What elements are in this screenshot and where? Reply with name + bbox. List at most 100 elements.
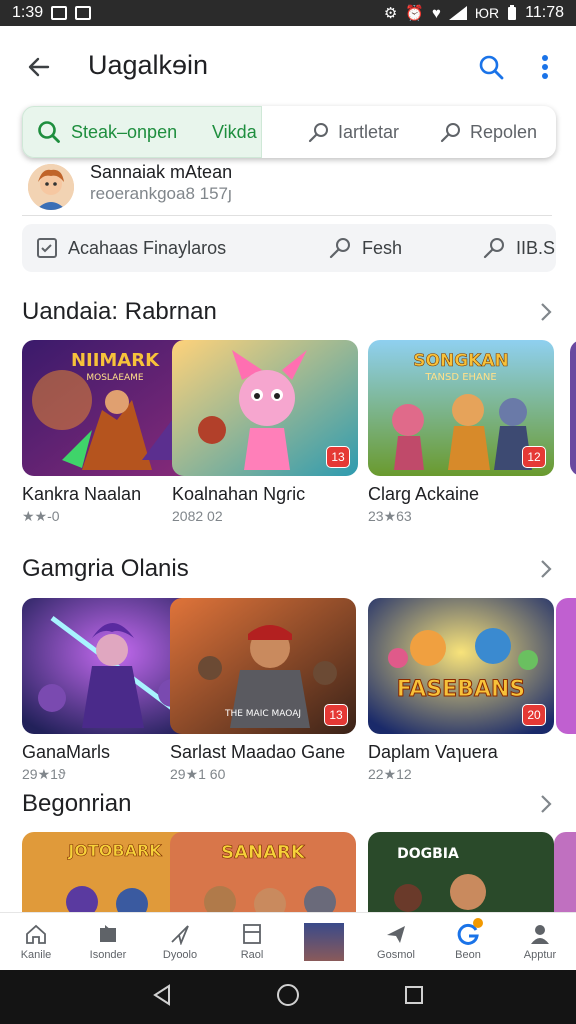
system-back-button[interactable] [152,983,172,1011]
game-card-partial[interactable] [556,598,576,734]
chip-iartletar[interactable]: Iartletar [308,106,399,158]
send-icon [167,922,193,946]
chip-repolen[interactable]: Repolen [440,106,537,158]
nav-item-send[interactable]: Dyoolo [144,913,216,970]
thumb-title: DOGBIA [397,846,459,862]
tablet-icon [239,922,265,946]
game-rating: 2082 02 [172,508,223,524]
game-thumbnail [554,832,576,912]
filter-label: IIB.S [516,237,556,258]
game-card[interactable]: SANARK [170,832,356,912]
chevron-right-icon [536,559,556,579]
game-rating: 29★1 60 [170,766,226,782]
more-vert-icon [542,55,548,79]
more-options-button[interactable] [530,50,560,84]
game-thumbnail: SANARK [170,832,356,912]
google-play-icon [455,918,483,946]
avatar [28,164,74,210]
thumb-title: JOTOBARK [67,841,162,860]
screenshot-icon [51,6,68,20]
signal-icon [448,6,467,20]
game-card-partial[interactable] [570,340,576,476]
nav-label: Beon [455,949,481,961]
badge: 12 [522,446,546,468]
chevron-right-icon [536,794,556,814]
pin-icon [329,238,350,259]
nav-label: Kanile [20,949,52,961]
game-title: Sarlast Maadao Gane [170,742,346,762]
game-title: Clarg Ackaine [368,484,480,504]
back-button[interactable] [22,50,56,84]
game-thumbnail: 13 [172,340,358,476]
game-thumbnail [556,598,576,734]
filter-row: Acahaas Finaylaros Fesh IIB.S [22,224,556,272]
chip-vikda[interactable]: Vikda [212,106,257,158]
game-thumbnail-icon [304,922,344,961]
home-icon [23,922,49,946]
nav-label: Dyoolo [162,949,198,961]
nav-label: Isonder [89,949,127,961]
system-home-button[interactable] [276,983,300,1012]
game-rating: 22★12 [368,766,412,782]
game-card[interactable]: SONGKAN TANSD EHANE 12 Clarg Ackaine 23★… [368,340,554,525]
checkbox-icon [37,238,57,258]
account-name: Sannaiak mAtean [90,162,233,182]
nav-item-home[interactable]: Kanile [0,913,72,970]
filter-iibs[interactable]: IIB.S [482,224,555,272]
system-recents-button[interactable] [404,985,424,1010]
filter-primary[interactable]: Acahaas Finaylaros [36,224,226,272]
section-title: Gamgria Olanis [22,555,189,582]
status-bar: 1:39 ⚙ ⏰ ♥ ЮR 11:78 [0,0,576,26]
thumb-subtitle: MOSLAEAME [86,373,144,383]
game-card-partial[interactable] [554,832,576,912]
game-thumbnail: THE MAIC MAOAJ 13 [170,598,356,734]
game-card[interactable]: 13 Koalnahan Ngɾic 2082 02 [172,340,358,524]
account-row[interactable]: Sannaiak mAtean reoerankgoa8 157ȷ [22,160,552,216]
settings-icon: ⚙ [383,4,398,22]
message-icon [75,6,92,20]
chip-label: Repolen [470,121,538,142]
nav-item-tablet[interactable]: Raol [216,913,288,970]
badge: 13 [326,446,350,468]
nav-item-library[interactable]: Isonder [72,913,144,970]
heart-icon: ♥ [431,4,441,22]
section-header[interactable]: Begonrian [22,784,556,824]
account-icon [527,922,553,946]
search-button[interactable] [474,50,508,84]
nav-item-plane[interactable]: Gosmol [360,913,432,970]
triangle-back-icon [153,983,170,1006]
nav-item-play[interactable]: Beon [432,913,504,970]
nav-item-featured[interactable] [288,913,360,970]
thumb-title: FASEBANS [397,677,525,702]
game-card[interactable]: FASEBANS 20 Daplam Vaɿuera 22★12 [368,598,554,783]
game-thumbnail [570,340,576,476]
notification-dot-icon [473,918,483,928]
game-card[interactable]: DOGBIA [368,832,554,912]
page-title: Uagalkɘin [88,50,209,80]
system-navigation-bar [0,970,576,1024]
pin-icon [483,238,504,259]
card-row: JOTOBARK SANARK DOGBIA [22,832,576,912]
filter-fesh[interactable]: Fesh [328,224,402,272]
card-row: NIIMARK MOSLAEAME 19 Kankra Naalan ★★-0 … [22,340,576,540]
nav-item-account[interactable]: Apptur [504,913,576,970]
game-rating: 23★63 [368,508,412,524]
circle-home-icon [277,983,299,1006]
search-icon [38,121,60,143]
thumb-subtitle: THE MAIC MAOAJ [224,709,301,719]
thumb-subtitle: TANSD EHANE [424,372,496,383]
section-header[interactable]: Uandaia: Rabrnan [22,292,556,332]
battery-icon [508,5,517,20]
app-bar: Uagalkɘin [0,26,576,106]
game-card[interactable]: THE MAIC MAOAJ 13 Sarlast Maadao Gane 29… [170,598,356,783]
search-icon [479,55,504,80]
search-icon [440,123,460,143]
chip-label: Iartletar [338,121,400,142]
section-header[interactable]: Gamgria Olanis [22,549,556,589]
badge: 13 [324,704,348,726]
arrow-left-icon [28,57,50,77]
game-title: Koalnahan Ngɾic [172,484,306,504]
nav-label: Apptur [523,949,557,961]
bottom-navigation: Kanile Isonder Dyoolo Raol Gosmol Beon A… [0,912,576,970]
filter-label: Acahaas Finaylaros [68,237,227,258]
